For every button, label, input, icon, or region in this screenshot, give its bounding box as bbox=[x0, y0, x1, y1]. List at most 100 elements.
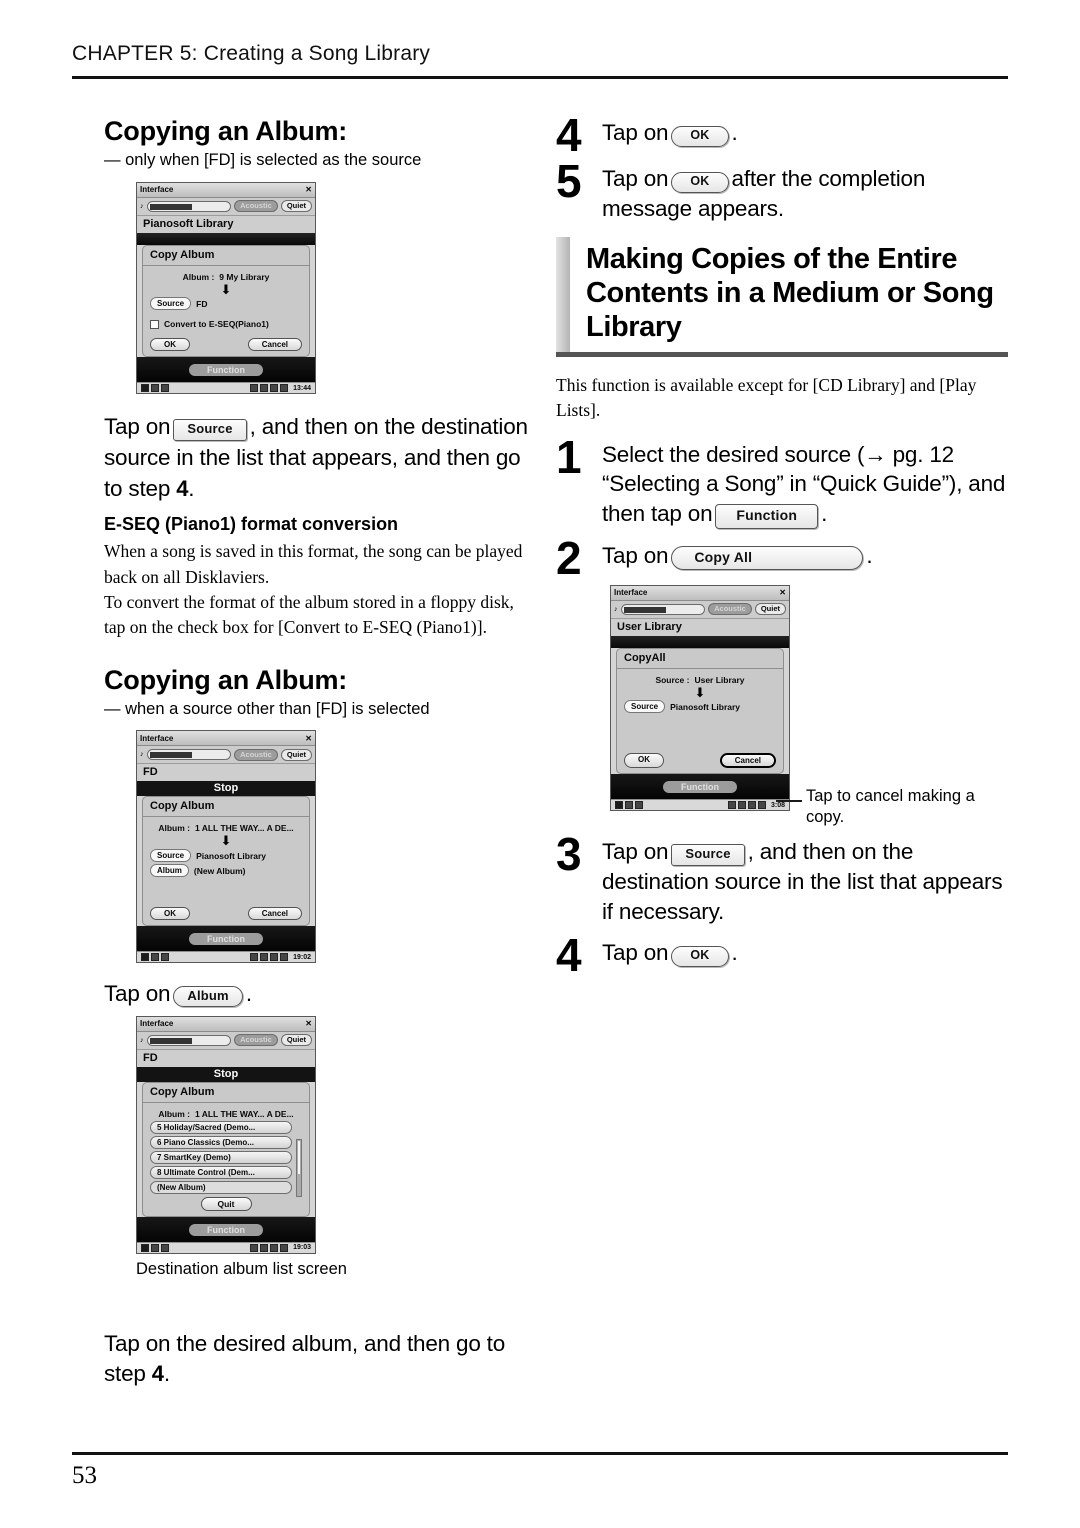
chip-ok[interactable]: OK bbox=[671, 946, 729, 968]
toggle-acoustic[interactable]: Acoustic bbox=[708, 603, 752, 616]
chip-ok[interactable]: OK bbox=[671, 171, 729, 193]
status-icons-right: 3:08 bbox=[727, 801, 785, 810]
toggle-quiet[interactable]: Quiet bbox=[754, 603, 786, 616]
function-button[interactable]: Function bbox=[189, 364, 263, 377]
toggle-acoustic[interactable]: Acoustic bbox=[234, 748, 278, 761]
list-item[interactable]: 7 SmartKey (Demo) bbox=[150, 1150, 292, 1164]
window-titlebar: Interface ✕ bbox=[137, 182, 315, 198]
library-label: Pianosoft Library bbox=[137, 215, 315, 233]
step-text: Tap on OK after the completion message app… bbox=[602, 162, 1008, 223]
function-bar: Function bbox=[137, 357, 315, 383]
source-button[interactable]: Source bbox=[150, 849, 192, 862]
cancel-button[interactable]: Cancel bbox=[247, 338, 302, 352]
step-text: Tap on OK. bbox=[602, 116, 738, 148]
toggle-quiet[interactable]: Quiet bbox=[280, 1033, 312, 1047]
source-label: Source : bbox=[655, 674, 690, 685]
app-icon bbox=[141, 953, 149, 961]
function-button[interactable]: Function bbox=[189, 933, 263, 945]
toggle-quiet[interactable]: Quiet bbox=[280, 200, 312, 213]
cancel-button[interactable]: Cancel bbox=[719, 753, 776, 769]
step-number: 4 bbox=[556, 929, 582, 982]
toggle-acoustic[interactable]: Acoustic bbox=[234, 200, 278, 213]
album-list: 5 Holiday/Sacred (Demo... 6 Piano Classi… bbox=[150, 1120, 302, 1194]
page-header: CHAPTER 5: Creating a Song Library bbox=[72, 42, 431, 65]
close-icon[interactable]: ✕ bbox=[305, 1019, 312, 1028]
window-titlebar: Interface ✕ bbox=[137, 1016, 315, 1032]
album-button[interactable]: Album bbox=[150, 864, 189, 877]
dialog-buttons: OK Cancel bbox=[624, 753, 776, 769]
scrollbar[interactable] bbox=[296, 1138, 302, 1197]
step-4-top: 4 Tap on OK. bbox=[556, 109, 1008, 161]
copy-album-dialog: Copy Album Album : 1 ALL THE WAY... A DE… bbox=[142, 1081, 310, 1217]
list-item[interactable]: 6 Piano Classics (Demo... bbox=[150, 1135, 292, 1149]
step-text-a: Tap on bbox=[602, 839, 669, 865]
volume-bar: ♪ Acoustic Quiet bbox=[137, 197, 315, 216]
function-button[interactable]: Function bbox=[189, 1223, 263, 1236]
clock: 13:44 bbox=[293, 384, 311, 392]
step-3: 3 Tap on Source, and then on the destinat… bbox=[556, 831, 1008, 926]
function-bar: Function bbox=[137, 926, 315, 951]
album-label: Album : bbox=[182, 271, 215, 282]
chip-source[interactable]: Source bbox=[173, 419, 247, 441]
convert-checkbox-row[interactable]: Convert to E-SEQ(Piano1) bbox=[150, 319, 302, 329]
dialog-body: Album : 1 ALL THE WAY... A DE... 5 Holid… bbox=[143, 1103, 309, 1216]
chip-copy-all[interactable]: Copy All bbox=[671, 545, 864, 571]
note-body-1: When a song is saved in this format, the… bbox=[104, 541, 523, 587]
dialog-buttons: OK Cancel bbox=[150, 907, 302, 920]
source-button[interactable]: Source bbox=[624, 700, 666, 714]
status-icons-left bbox=[141, 953, 169, 961]
close-icon[interactable]: ✕ bbox=[305, 185, 312, 194]
window-title: Interface bbox=[140, 185, 174, 195]
callout-leader-line bbox=[776, 800, 802, 802]
album-row: Album : 1 ALL THE WAY... A DE... bbox=[150, 823, 302, 833]
volume-bar: ♪ Acoustic Quiet bbox=[137, 1031, 315, 1050]
window-title: Interface bbox=[140, 1019, 174, 1029]
list-item[interactable]: 8 Ultimate Control (Dem... bbox=[150, 1165, 292, 1179]
status-icons-right: 13:44 bbox=[250, 384, 311, 393]
volume-slider[interactable] bbox=[146, 749, 232, 761]
dialog-title: Copy Album bbox=[143, 797, 309, 818]
chip-function[interactable]: Function bbox=[715, 504, 819, 529]
network-icon bbox=[260, 384, 269, 393]
function-button[interactable]: Function bbox=[663, 781, 737, 794]
clock: 19:03 bbox=[293, 1244, 311, 1252]
chip-source[interactable]: Source bbox=[671, 844, 745, 866]
chip-album[interactable]: Album bbox=[173, 986, 243, 1008]
step-text: Tap on Copy All. bbox=[602, 539, 873, 571]
ok-button[interactable]: OK bbox=[624, 753, 664, 769]
step-text: Tap on Source, and then on the destinatio… bbox=[602, 835, 1008, 926]
chip-ok[interactable]: OK bbox=[671, 126, 729, 147]
checkbox-unchecked-icon[interactable] bbox=[150, 319, 159, 329]
clock: 19:02 bbox=[293, 953, 311, 961]
background-art bbox=[137, 232, 315, 245]
list-item-new-album[interactable]: (New Album) bbox=[150, 1180, 292, 1194]
toggle-acoustic[interactable]: Acoustic bbox=[234, 1033, 278, 1047]
toggle-quiet[interactable]: Quiet bbox=[280, 748, 312, 761]
source-value: User Library bbox=[694, 674, 745, 685]
speaker-icon: ♪ bbox=[140, 202, 144, 210]
page-number: 53 bbox=[72, 1462, 97, 1489]
quit-button[interactable]: Quit bbox=[200, 1196, 252, 1211]
printer-icon bbox=[250, 1243, 259, 1252]
stop-label: Stop bbox=[137, 781, 315, 797]
speaker-icon: ♪ bbox=[614, 605, 618, 613]
step-number: 4 bbox=[556, 109, 582, 161]
screenshot-copy-album-fd: Interface ✕ ♪ Acoustic Quiet Pianosoft L… bbox=[136, 181, 316, 395]
cancel-button[interactable]: Cancel bbox=[247, 907, 302, 920]
volume-slider[interactable] bbox=[620, 603, 706, 615]
note-title-eseq: E-SEQ (Piano1) format conversion bbox=[104, 514, 399, 535]
list-item[interactable]: 5 Holiday/Sacred (Demo... bbox=[150, 1120, 292, 1134]
volume-slider[interactable] bbox=[146, 1034, 232, 1046]
ok-button[interactable]: OK bbox=[150, 338, 190, 352]
status-bar: 3:08 bbox=[611, 799, 789, 811]
source-button[interactable]: Source bbox=[150, 297, 192, 311]
volume-slider[interactable] bbox=[146, 200, 232, 212]
down-arrow-icon: ⬇ bbox=[220, 833, 232, 849]
section-subtitle-other: — when a source other than [FD] is selec… bbox=[104, 699, 430, 718]
close-icon[interactable]: ✕ bbox=[779, 588, 786, 597]
banner-underline bbox=[556, 352, 1008, 358]
instruction-tap-album: Tap on Album. bbox=[104, 979, 534, 1010]
step-number: 2 bbox=[556, 531, 582, 584]
close-icon[interactable]: ✕ bbox=[305, 734, 312, 743]
ok-button[interactable]: OK bbox=[150, 907, 190, 920]
